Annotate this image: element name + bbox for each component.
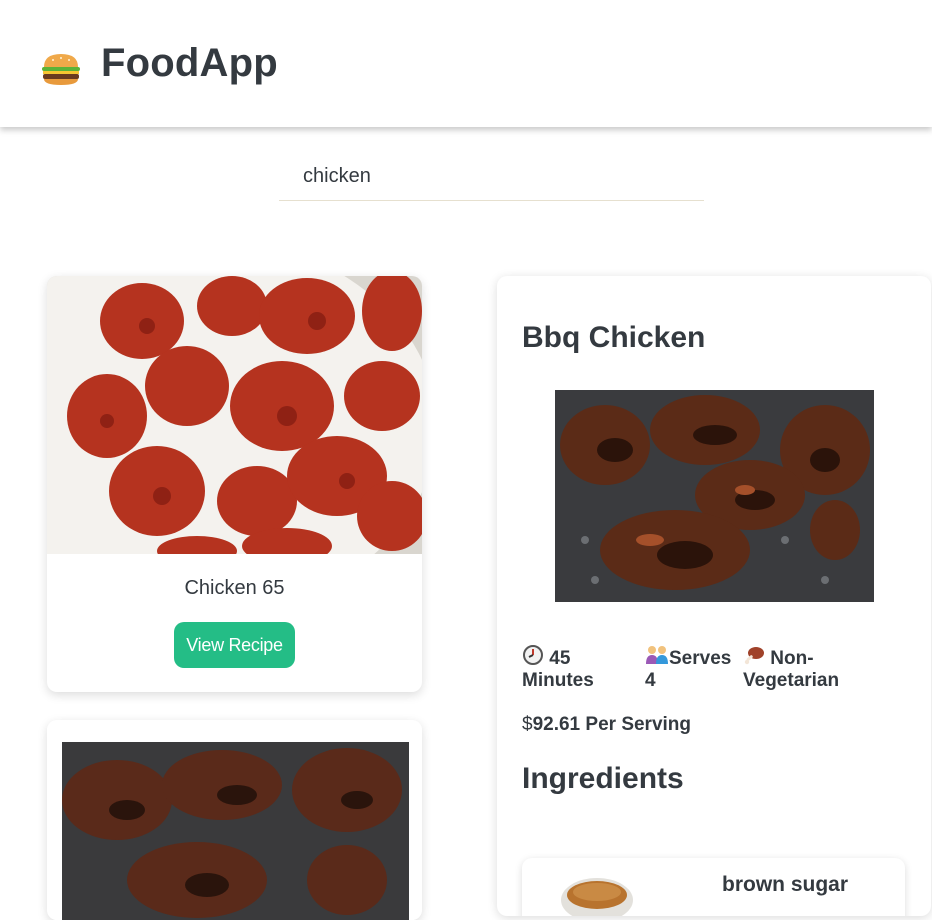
servings-label: Serves — [669, 648, 732, 669]
price-symbol: $ — [522, 714, 533, 735]
servings: Serves 4 — [645, 644, 745, 692]
detail-title: Bbq Chicken — [522, 321, 706, 354]
ingredient-name: brown sugar — [722, 873, 849, 896]
people-icon — [646, 646, 668, 664]
servings-value: 4 — [645, 670, 656, 691]
app-header: FoodApp — [0, 0, 932, 127]
diet-label-2: Vegetarian — [743, 670, 840, 691]
recipe-image — [47, 276, 422, 554]
cook-time-value: 45 — [549, 648, 571, 669]
burger-icon — [42, 54, 80, 85]
cook-time-unit: Minutes — [522, 670, 594, 691]
recipe-detail-panel: Bbq Chicken 45 Minutes Serves 4 Non- Veg… — [497, 276, 931, 916]
ingredient-image — [561, 878, 633, 916]
ingredient-card: brown sugar — [522, 858, 905, 916]
price-text: 92.61 Per Serving — [532, 714, 692, 735]
meat-icon — [744, 647, 764, 665]
diet-label: Non- — [770, 648, 814, 669]
price-per-serving: $92.61 Per Serving — [522, 714, 691, 736]
recipe-card — [47, 720, 422, 920]
search-input[interactable] — [279, 152, 704, 201]
recipe-title: Chicken 65 — [184, 577, 285, 599]
app-title: FoodApp — [101, 41, 278, 85]
ingredients-heading: Ingredients — [522, 762, 684, 795]
recipe-image — [47, 720, 422, 920]
recipe-card: Chicken 65 View Recipe — [47, 276, 422, 692]
clock-icon — [523, 645, 543, 665]
cook-time: 45 Minutes — [522, 644, 632, 692]
recipe-detail-image — [555, 390, 874, 602]
diet-type: Non- Vegetarian — [743, 644, 873, 692]
view-recipe-button[interactable]: View Recipe — [174, 622, 295, 668]
